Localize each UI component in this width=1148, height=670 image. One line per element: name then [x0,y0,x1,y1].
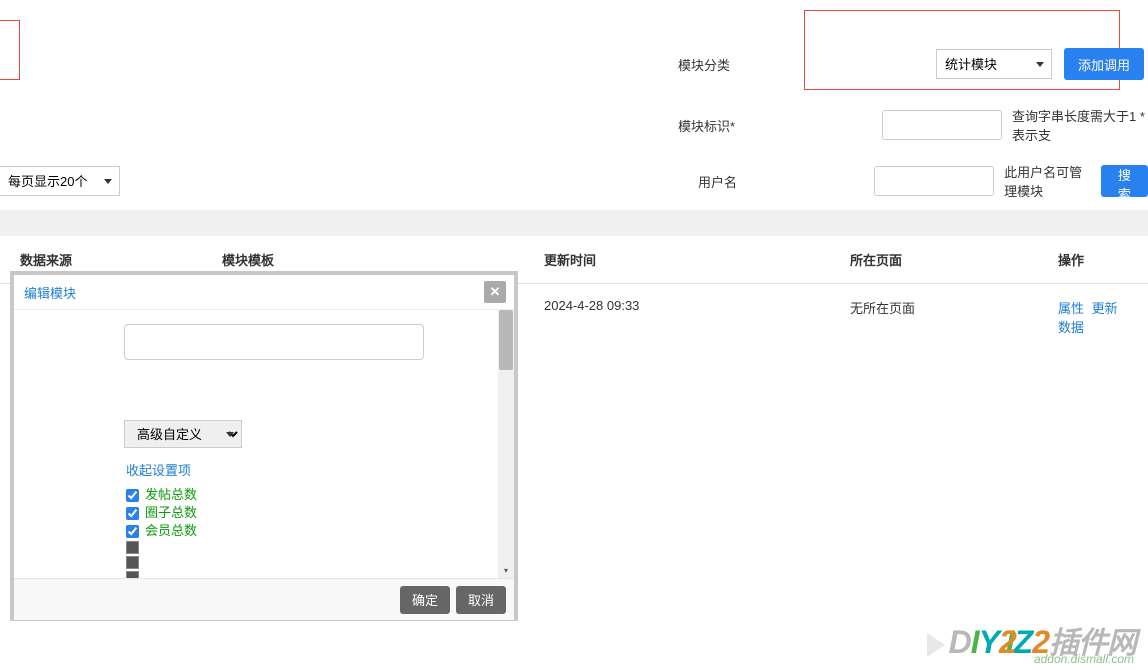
th-action: 操作 [1058,250,1128,269]
check-item-empty [126,571,498,578]
modal-template-select[interactable]: 高级自定义 [124,420,242,448]
modal-name-input[interactable] [124,324,424,360]
check-item-circles: 圈子总数 [126,505,498,521]
posts-checkbox[interactable] [126,489,139,502]
divider-band [0,210,1148,236]
empty-checkbox[interactable] [126,541,139,554]
th-time: 更新时间 [544,250,850,269]
members-checkbox[interactable] [126,525,139,538]
add-reference-button[interactable]: 添加调用 [1064,48,1144,80]
scroll-down-icon[interactable]: ▾ [498,562,514,578]
cell-action: 属性 更新 数据 [1058,298,1128,336]
identifier-hint: 查询字串长度需大于1 *表示支 [1012,106,1148,144]
modal-title: 编辑模块 [24,283,76,302]
edit-module-modal: 编辑模块 ✕ 高级自定义 收起设置项 发帖总数 圈子总数 会员总数 [10,271,518,621]
per-page-select[interactable]: 每页显示20个 [0,166,120,196]
circles-checkbox[interactable] [126,507,139,520]
watermark-sub: addon.dismall.com [1034,652,1134,666]
check-item-members: 会员总数 [126,523,498,539]
check-item-empty [126,541,498,554]
settings-check-list: 发帖总数 圈子总数 会员总数 [126,487,498,578]
username-label: 用户名 [698,172,750,191]
check-item-posts: 发帖总数 [126,487,498,503]
username-input[interactable] [874,166,994,196]
action-attr-link[interactable]: 属性 [1058,301,1084,316]
highlight-box-left [0,20,20,80]
identifier-label: 模块标识* [678,116,749,135]
close-icon[interactable]: ✕ [484,281,506,303]
modal-scrollbar[interactable]: ▾ [498,310,514,578]
action-data-link[interactable]: 数据 [1058,320,1084,335]
cell-time: 2024-4-28 09:33 [544,298,850,336]
action-update-link[interactable]: 更新 [1092,301,1118,316]
empty-checkbox[interactable] [126,556,139,569]
search-button[interactable]: 搜索 [1101,165,1148,197]
ok-button[interactable]: 确定 [400,586,450,614]
cell-page: 无所在页面 [850,298,1058,336]
category-label: 模块分类 [678,55,768,74]
th-source: 数据来源 [20,250,222,269]
check-item-empty [126,556,498,569]
cancel-button[interactable]: 取消 [456,586,506,614]
category-select[interactable]: 统计模块 [936,49,1052,79]
username-hint: 此用户名可管理模块 [1004,162,1091,200]
th-template: 模块模板 [222,250,544,269]
empty-checkbox[interactable] [126,571,139,578]
scrollbar-thumb[interactable] [499,310,513,370]
collapse-settings-link[interactable]: 收起设置项 [126,460,498,479]
identifier-input[interactable] [882,110,1002,140]
th-page: 所在页面 [850,250,1058,269]
